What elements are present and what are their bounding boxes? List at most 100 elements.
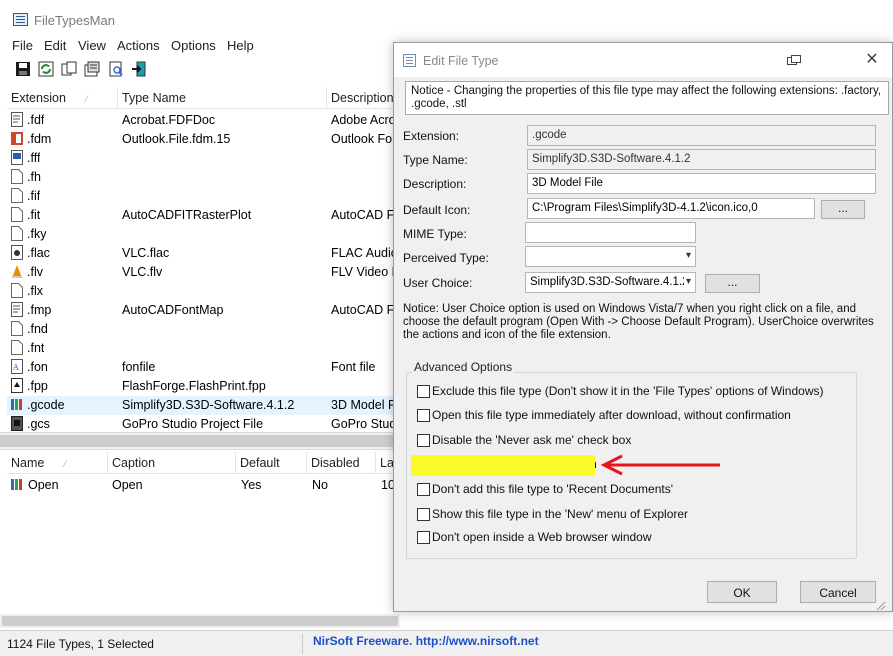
user-choice-browse-button[interactable]: ... xyxy=(705,274,760,293)
table-row[interactable]: .fff xyxy=(7,149,397,168)
table-row[interactable]: Open Open Yes No 10 xyxy=(7,476,400,495)
actions-list[interactable]: Name ⁄ Caption Default Disabled La Open O… xyxy=(7,452,400,612)
open-immediately-checkbox[interactable] xyxy=(417,409,430,422)
doc-file-icon xyxy=(11,302,23,317)
file-types-list[interactable]: Extension ⁄ Type Name Description .fdf Acr… xyxy=(7,87,397,431)
action-disabled: No xyxy=(312,478,328,492)
col-name[interactable]: Name ⁄ xyxy=(7,452,108,474)
extension-cell: .flv xyxy=(27,265,43,279)
extension-cell: .fnt xyxy=(27,341,45,355)
table-row[interactable]: .flv VLC.flv FLV Video F xyxy=(7,263,397,282)
col-name-label: Name xyxy=(11,456,45,470)
table-row[interactable]: .fdf Acrobat.FDFDoc Adobe Acro xyxy=(7,111,397,130)
blank-file-icon xyxy=(11,226,23,241)
sort-arrow-icon: ⁄ xyxy=(64,459,66,469)
chevron-down-icon: ▾ xyxy=(683,276,691,287)
table-row[interactable]: .fmp AutoCADFontMap AutoCAD Fo xyxy=(7,301,397,320)
table-row[interactable]: .flac VLC.flac FLAC Audio xyxy=(7,244,397,263)
save-icon[interactable] xyxy=(14,60,32,78)
scrollbar-thumb[interactable] xyxy=(2,616,398,626)
list-scrollbar[interactable] xyxy=(0,432,400,450)
menu-actions[interactable]: Actions xyxy=(117,38,160,53)
doc-file-icon xyxy=(11,112,23,127)
no-recent-documents-checkbox[interactable] xyxy=(417,483,430,496)
refresh-icon[interactable] xyxy=(37,60,55,78)
extension-cell: .gcode xyxy=(27,398,65,412)
table-row[interactable]: A .fon fonfile Font file xyxy=(7,358,397,377)
table-row[interactable]: .fky xyxy=(7,225,397,244)
no-browser-open-label: Don't open inside a Web browser window xyxy=(432,530,652,544)
copy-icon[interactable] xyxy=(60,60,78,78)
close-icon[interactable]: ✕ xyxy=(859,49,885,71)
table-row[interactable]: .fnd xyxy=(7,320,397,339)
table-row[interactable]: .fif xyxy=(7,187,397,206)
extension-field[interactable]: .gcode xyxy=(527,125,876,146)
col-default[interactable]: Default xyxy=(236,452,307,474)
disable-never-ask-checkbox[interactable] xyxy=(417,434,430,447)
properties-icon[interactable] xyxy=(83,60,101,78)
col-disabled[interactable]: Disabled xyxy=(307,452,376,474)
user-choice-notice: Notice: User Choice option is used on Wi… xyxy=(403,303,874,341)
menu-help[interactable]: Help xyxy=(227,38,254,53)
print-file-icon xyxy=(11,378,23,393)
table-row[interactable]: .gcode Simplify3D.S3D-Software.4.1.2 3D Mo… xyxy=(7,396,397,415)
table-row[interactable]: .fit AutoCADFITRasterPlot AutoCAD FI xyxy=(7,206,397,225)
table-row[interactable]: .gcs GoPro Studio Project File GoPro Studi xyxy=(7,415,397,431)
menu-view[interactable]: View xyxy=(78,38,106,53)
chevron-down-icon: ▾ xyxy=(685,250,691,261)
table-row[interactable]: .fh xyxy=(7,168,397,187)
description-cell: AutoCAD FI xyxy=(331,208,397,222)
no-browser-open-checkbox[interactable] xyxy=(417,531,430,544)
restore-icon[interactable] xyxy=(787,55,801,66)
type-name-field[interactable]: Simplify3D.S3D-Software.4.1.2 xyxy=(527,149,876,170)
table-row[interactable]: .flx xyxy=(7,282,397,301)
app-icon xyxy=(13,13,28,26)
default-icon-field[interactable]: C:\Program Files\Simplify3D-4.1.2\icon.i… xyxy=(527,198,815,219)
type-name-cell: fonfile xyxy=(122,360,156,374)
horizontal-scrollbar[interactable] xyxy=(0,614,400,628)
col-type-name[interactable]: Type Name xyxy=(118,87,327,109)
blank-file-icon xyxy=(11,321,23,336)
show-in-new-menu-checkbox[interactable] xyxy=(417,508,430,521)
ok-button[interactable]: OK xyxy=(707,581,777,603)
col-caption[interactable]: Caption xyxy=(108,452,236,474)
menu-bar: File Edit View Actions Options Help xyxy=(0,36,400,56)
table-row[interactable]: .fdm Outlook.File.fdm.15 Outlook Fo xyxy=(7,130,397,149)
perceived-type-select[interactable]: ▾ xyxy=(525,246,696,267)
highlight-marker xyxy=(411,455,595,476)
vlc-file-icon xyxy=(12,265,22,278)
table-row[interactable]: .fpp FlashForge.FlashPrint.fpp xyxy=(7,377,397,396)
browse-icon-button[interactable]: ... xyxy=(821,200,865,219)
font-file-icon: A xyxy=(11,359,23,374)
status-bar: 1124 File Types, 1 Selected NirSoft Free… xyxy=(0,630,893,656)
exit-icon[interactable] xyxy=(130,60,148,78)
extension-cell: .gcs xyxy=(27,417,50,431)
mime-type-label: MIME Type: xyxy=(403,227,467,241)
mime-type-field[interactable] xyxy=(525,222,696,243)
type-name-cell: AutoCADFontMap xyxy=(122,303,224,317)
extension-cell: .fky xyxy=(27,227,47,241)
scrollbar-thumb[interactable] xyxy=(0,435,400,447)
table-row[interactable]: .fnt xyxy=(7,339,397,358)
type-name-label: Type Name: xyxy=(403,153,468,167)
menu-options[interactable]: Options xyxy=(171,38,216,53)
find-icon[interactable] xyxy=(107,60,125,78)
extension-cell: .fdf xyxy=(27,113,45,127)
user-choice-select[interactable]: Simplify3D.S3D-Software.4.1.2 ▾ xyxy=(525,272,696,293)
extension-cell: .fpp xyxy=(27,379,48,393)
extensions-notice: Notice - Changing the properties of this… xyxy=(405,81,889,115)
exclude-file-type-checkbox[interactable] xyxy=(417,385,430,398)
toolbar xyxy=(0,57,400,83)
extension-cell: .fdm xyxy=(27,132,52,146)
action-caption: Open xyxy=(112,478,143,492)
menu-edit[interactable]: Edit xyxy=(44,38,66,53)
nirsoft-link[interactable]: NirSoft Freeware. http://www.nirsoft.net xyxy=(313,634,539,648)
resize-grip-icon[interactable] xyxy=(874,599,886,611)
col-description[interactable]: Description xyxy=(327,87,397,109)
cancel-button[interactable]: Cancel xyxy=(800,581,876,603)
description-field[interactable]: 3D Model File xyxy=(527,173,876,194)
col-extension[interactable]: Extension ⁄ xyxy=(7,87,118,109)
col-extension-label: Extension xyxy=(11,91,66,105)
office-file-icon xyxy=(11,132,23,145)
menu-file[interactable]: File xyxy=(12,38,33,53)
